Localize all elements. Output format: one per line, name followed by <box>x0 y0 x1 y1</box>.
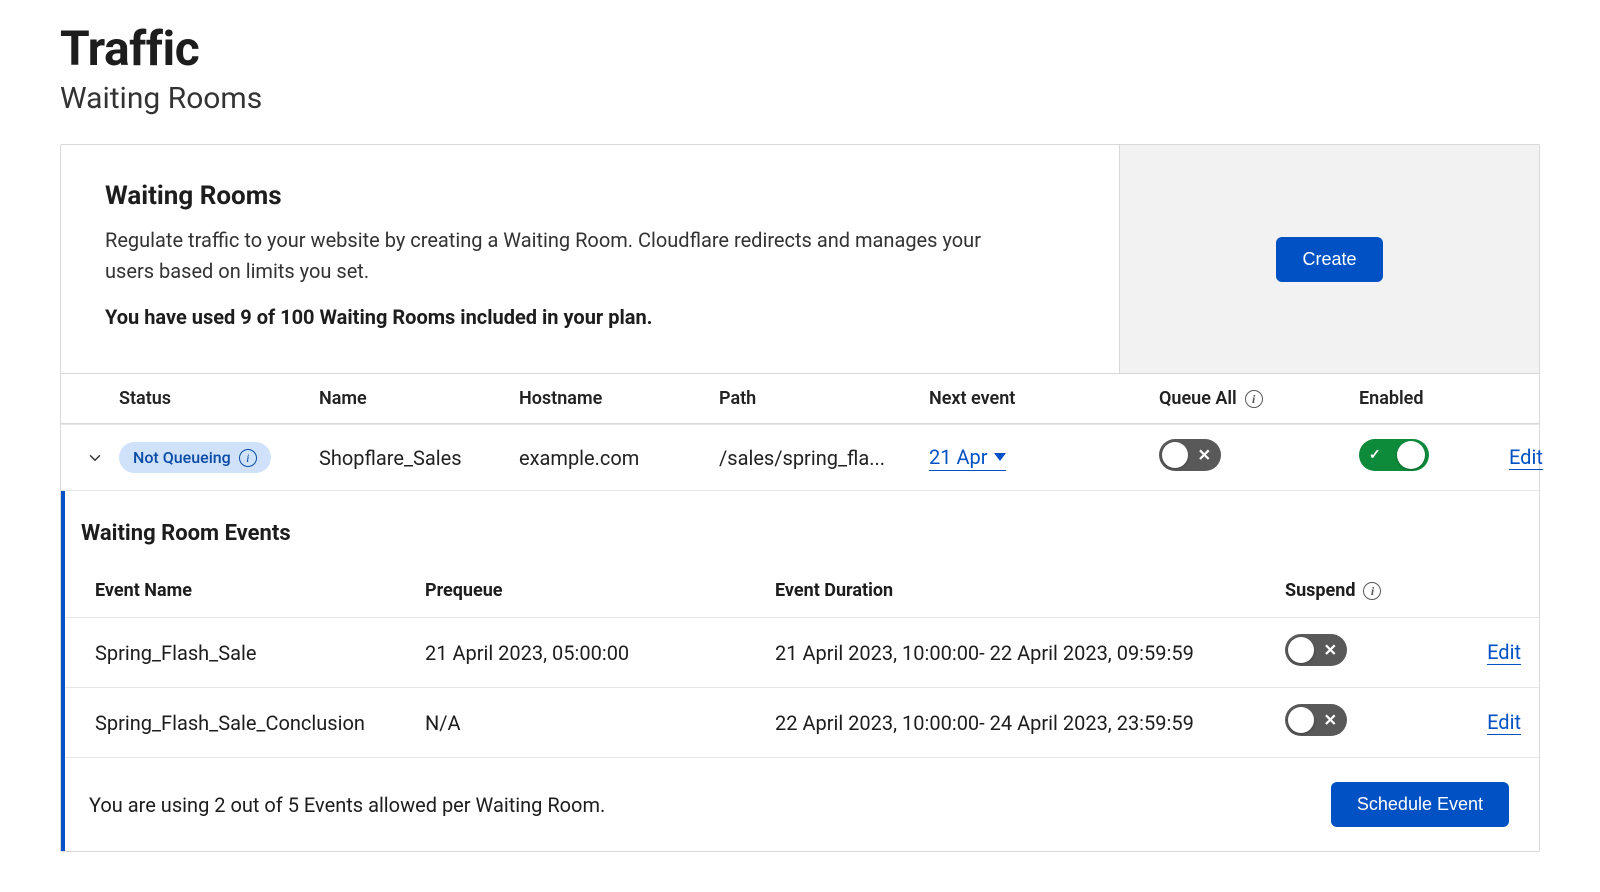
queue-all-toggle[interactable]: ✕ <box>1159 439 1221 471</box>
event-prequeue: N/A <box>425 711 775 735</box>
col-suspend: Suspend i <box>1285 580 1465 601</box>
status-badge: Not Queueing i <box>119 442 271 473</box>
col-suspend-label: Suspend <box>1285 580 1355 601</box>
page-subtitle: Waiting Rooms <box>60 81 1540 116</box>
enabled-toggle[interactable]: ✓ <box>1359 439 1429 471</box>
events-panel: Waiting Room Events Event Name Prequeue … <box>61 491 1539 851</box>
col-name: Name <box>319 388 519 409</box>
x-icon: ✕ <box>1324 711 1337 730</box>
create-button[interactable]: Create <box>1276 237 1382 282</box>
next-event-link[interactable]: 21 Apr <box>929 445 1006 471</box>
room-name: Shopflare_Sales <box>319 446 519 470</box>
intro-heading: Waiting Rooms <box>105 181 1075 211</box>
event-name: Spring_Flash_Sale_Conclusion <box>95 711 425 735</box>
info-icon[interactable]: i <box>1245 390 1263 408</box>
intro-usage: You have used 9 of 100 Waiting Rooms inc… <box>105 305 1075 329</box>
room-path: /sales/spring_fla... <box>719 446 909 470</box>
caret-down-icon <box>994 453 1006 461</box>
rooms-table-header: Status Name Hostname Path Next event Que… <box>61 373 1539 424</box>
events-heading: Waiting Room Events <box>81 521 1539 546</box>
event-prequeue: 21 April 2023, 05:00:00 <box>425 641 775 665</box>
next-event-date: 21 Apr <box>929 445 988 469</box>
schedule-event-button[interactable]: Schedule Event <box>1331 782 1509 827</box>
edit-room-link[interactable]: Edit <box>1509 445 1543 470</box>
event-duration: 22 April 2023, 10:00:00- 24 April 2023, … <box>775 711 1285 735</box>
event-name: Spring_Flash_Sale <box>95 641 425 665</box>
events-footer: You are using 2 out of 5 Events allowed … <box>65 758 1539 851</box>
suspend-toggle[interactable]: ✕ <box>1285 634 1347 666</box>
col-enabled: Enabled <box>1359 388 1509 409</box>
status-label: Not Queueing <box>133 448 231 467</box>
col-prequeue: Prequeue <box>425 580 775 601</box>
page-title: Traffic <box>60 20 1540 77</box>
info-icon[interactable]: i <box>239 449 257 467</box>
col-queue-all-label: Queue All <box>1159 388 1237 409</box>
col-status: Status <box>119 388 319 409</box>
intro-description: Regulate traffic to your website by crea… <box>105 225 985 287</box>
edit-event-link[interactable]: Edit <box>1487 710 1521 735</box>
col-hostname: Hostname <box>519 388 719 409</box>
room-row: Not Queueing i Shopflare_Sales example.c… <box>61 424 1539 491</box>
edit-event-link[interactable]: Edit <box>1487 640 1521 665</box>
events-usage-text: You are using 2 out of 5 Events allowed … <box>89 793 605 817</box>
event-row: Spring_Flash_Sale 21 April 2023, 05:00:0… <box>65 618 1539 688</box>
col-queue-all: Queue All i <box>1159 388 1359 409</box>
room-hostname: example.com <box>519 446 719 470</box>
col-path: Path <box>719 388 929 409</box>
x-icon: ✕ <box>1324 641 1337 660</box>
col-event-name: Event Name <box>95 580 425 601</box>
col-next-event: Next event <box>929 388 1159 409</box>
event-duration: 21 April 2023, 10:00:00- 22 April 2023, … <box>775 641 1285 665</box>
event-row: Spring_Flash_Sale_Conclusion N/A 22 Apri… <box>65 688 1539 758</box>
x-icon: ✕ <box>1198 446 1211 465</box>
col-duration: Event Duration <box>775 580 1285 601</box>
suspend-toggle[interactable]: ✕ <box>1285 704 1347 736</box>
info-icon[interactable]: i <box>1363 582 1381 600</box>
events-table-header: Event Name Prequeue Event Duration Suspe… <box>65 564 1539 618</box>
check-icon: ✓ <box>1369 447 1381 463</box>
chevron-down-icon[interactable] <box>86 449 104 467</box>
waiting-rooms-panel: Waiting Rooms Regulate traffic to your w… <box>60 144 1540 852</box>
